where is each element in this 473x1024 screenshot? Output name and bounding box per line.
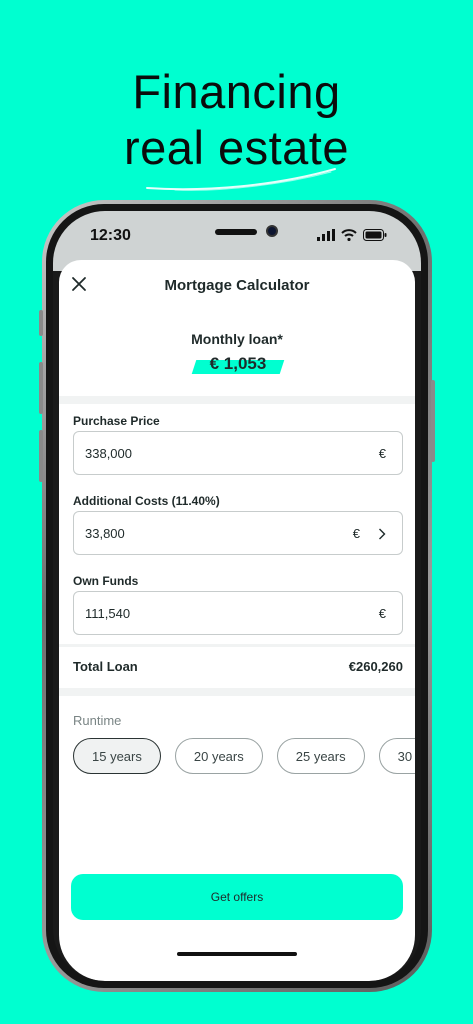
section-divider [59, 644, 415, 647]
section-divider [59, 688, 415, 696]
euro-unit: € [352, 526, 360, 541]
signal-icon [317, 229, 335, 241]
monthly-loan-value-wrap: € 1,053 [191, 354, 285, 378]
total-loan-label: Total Loan [73, 659, 138, 674]
home-indicator[interactable] [177, 952, 297, 956]
monthly-loan-value: € 1,053 [209, 354, 267, 373]
own-funds-label: Own Funds [73, 574, 139, 588]
total-loan-value: €260,260 [348, 659, 403, 674]
purchase-price-field[interactable]: 338,000 € [73, 431, 403, 475]
promo-headline: Financing real estate [0, 64, 473, 176]
status-time: 12:30 [90, 227, 131, 244]
euro-unit: € [378, 606, 386, 621]
runtime-options: 15 years 20 years 25 years 30 years [73, 738, 415, 774]
page-title: Mortgage Calculator [164, 277, 310, 294]
runtime-chip-20[interactable]: 20 years [174, 738, 263, 774]
battery-icon [363, 229, 387, 241]
own-funds-field[interactable]: 111,540 € [73, 591, 403, 635]
chevron-right-icon[interactable] [378, 528, 386, 540]
monthly-loan-label: Monthly loan* [191, 331, 283, 347]
phone-volume-up [39, 362, 43, 414]
phone-side-button [39, 310, 43, 336]
speaker-grille [215, 229, 257, 235]
additional-costs-field[interactable]: 33,800 € [73, 511, 403, 555]
calculator-sheet: Mortgage Calculator Monthly loan* € 1,05… [59, 260, 415, 981]
promo-line-1: Financing [132, 65, 341, 118]
purchase-price-value: 338,000 [85, 446, 132, 461]
additional-costs-value: 33,800 [85, 526, 125, 541]
euro-unit: € [378, 446, 386, 461]
front-camera [266, 225, 278, 237]
phone-volume-down [39, 430, 43, 482]
nav-bar: Mortgage Calculator [59, 260, 415, 310]
purchase-price-label: Purchase Price [73, 414, 160, 428]
additional-costs-label: Additional Costs (11.40%) [73, 494, 220, 508]
get-offers-button[interactable]: Get offers [71, 874, 403, 920]
runtime-label: Runtime [73, 713, 122, 728]
wifi-icon [341, 229, 357, 241]
phone-screen: 12:30 Mortgage Calculator Monthly loan* … [53, 211, 421, 981]
status-icons [317, 229, 387, 241]
runtime-chip-25[interactable]: 25 years [276, 738, 365, 774]
swoosh-decoration [146, 168, 336, 191]
runtime-chip-15[interactable]: 15 years [73, 738, 161, 774]
section-divider [59, 396, 415, 404]
phone-power-button [431, 380, 435, 462]
own-funds-value: 111,540 [85, 606, 131, 621]
runtime-chip-30[interactable]: 30 years [378, 738, 415, 774]
